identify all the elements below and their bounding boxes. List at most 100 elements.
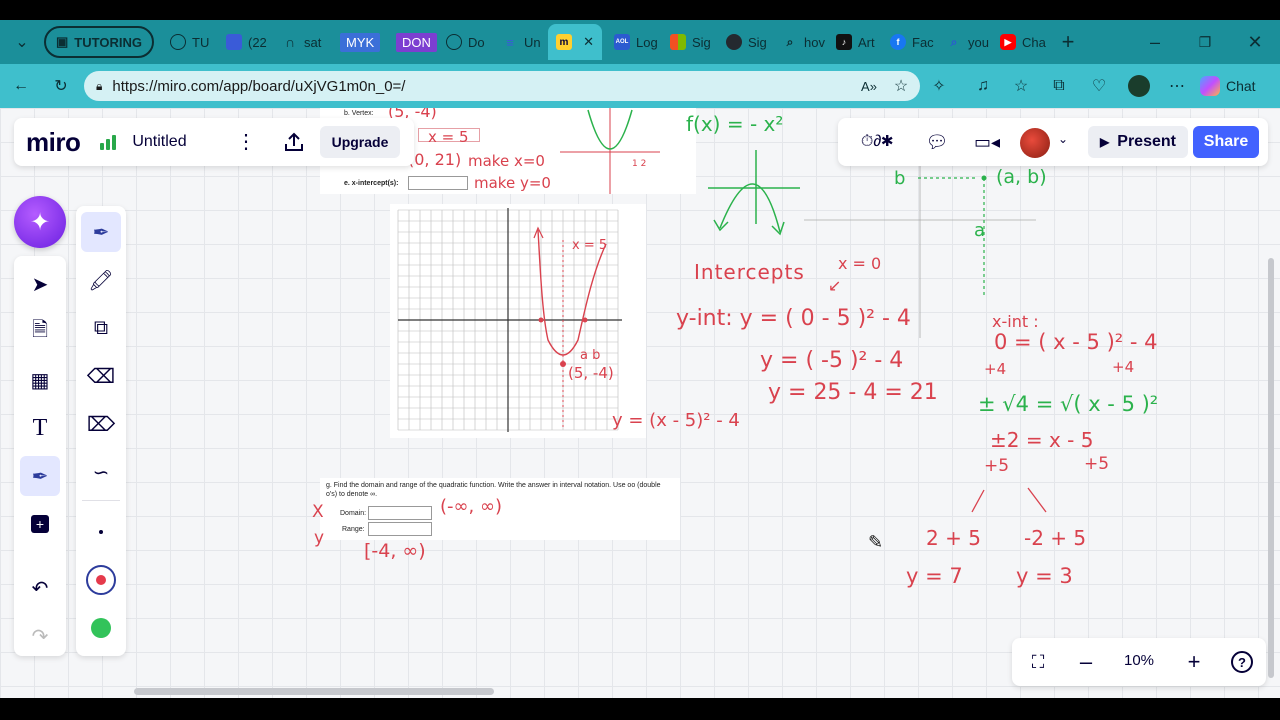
browser-tab[interactable]: (22 <box>220 28 267 56</box>
highlighter-icon[interactable]: 🖍︎ <box>81 260 121 300</box>
fit-to-screen-icon[interactable]: ⛶ <box>1026 650 1050 674</box>
globe-icon <box>446 34 462 50</box>
undo-icon[interactable]: ↶ <box>20 568 60 608</box>
range-label: Range: <box>342 526 365 533</box>
browser-tab[interactable]: f Fac <box>884 28 934 56</box>
graph-equation: y = (x - 5)² - 4 <box>612 410 740 431</box>
miro-logo[interactable]: miro <box>26 127 81 158</box>
text-tool-icon[interactable]: T <box>20 408 60 448</box>
branch-lines <box>971 487 1047 513</box>
object-eraser-icon[interactable]: ⌦ <box>81 404 121 444</box>
share-button[interactable]: Share <box>1193 126 1259 158</box>
browser-tab[interactable]: ⌕ hov <box>776 28 825 56</box>
screen-bottom-edge <box>0 698 1280 720</box>
export-icon[interactable] <box>282 130 306 154</box>
upgrade-button[interactable]: Upgrade <box>320 126 400 158</box>
range-field <box>368 522 432 536</box>
copilot-chat-button[interactable]: Chat <box>1200 72 1272 100</box>
restore-icon[interactable]: ❐ <box>1190 28 1220 56</box>
browser-tab-current[interactable]: m ✕ <box>548 24 602 60</box>
graph-vertex-note: (5, -4) <box>568 364 614 382</box>
board-name[interactable]: Untitled <box>132 133 186 151</box>
a-label: a <box>974 220 986 241</box>
copilot-icon <box>1200 76 1220 96</box>
close-window-icon[interactable]: ✕ <box>1240 28 1270 56</box>
reload-icon[interactable]: ↻ <box>48 74 74 98</box>
browser-tab[interactable]: DON <box>390 28 437 56</box>
profile-icon[interactable] <box>1126 74 1152 98</box>
browser-tab[interactable]: ▶ Cha <box>994 28 1046 56</box>
collections-icon[interactable]: ⧉ <box>1046 74 1072 98</box>
zoom-in-icon[interactable]: + <box>1182 649 1206 674</box>
browser-tab[interactable]: Do <box>440 28 485 56</box>
redo-icon[interactable]: ↷ <box>20 616 60 656</box>
tab-label: DON <box>396 32 437 52</box>
smart-drawing-icon[interactable]: ⧉ <box>81 308 121 348</box>
browser-tab[interactable]: Sig <box>664 28 711 56</box>
user-avatar[interactable] <box>1020 128 1050 158</box>
video-call-icon[interactable]: ▭◂ <box>974 130 1000 154</box>
zoom-level[interactable]: 10% <box>1124 652 1154 669</box>
tab-group-tutoring[interactable]: ▣ TUTORING <box>44 26 154 58</box>
microsoft-icon <box>670 34 686 50</box>
close-tab-icon[interactable]: ✕ <box>583 34 594 50</box>
lasso-icon[interactable]: ∽ <box>81 452 121 492</box>
thin-stroke-icon[interactable] <box>81 512 121 552</box>
browser-tab[interactable]: ♪ Art <box>830 28 875 56</box>
browser-tab[interactable]: AOL Log <box>608 28 658 56</box>
help-icon[interactable]: ? <box>1230 650 1254 674</box>
tab-group-label: TUTORING <box>74 34 142 50</box>
browser-tab[interactable]: Sig <box>720 28 767 56</box>
horizontal-scrollbar[interactable] <box>134 688 494 695</box>
favorites-icon[interactable]: ☆ <box>1008 74 1034 98</box>
new-tab-button[interactable]: + <box>1052 28 1084 56</box>
y-int-line1: y-int: y = ( 0 - 5 )² - 4 <box>676 306 911 331</box>
tab-label: MYK <box>340 32 381 52</box>
url-field[interactable]: 🔒︎ https://miro.com/app/board/uXjVG1m0n_… <box>84 71 920 101</box>
miro-board-canvas[interactable]: b. Vertex: e. x-intercept(s): x = 5 a b … <box>0 108 1280 698</box>
pen-tool-active-icon[interactable]: ✒ <box>20 456 60 496</box>
plan-bars-icon[interactable] <box>100 134 118 150</box>
browser-tab[interactable]: MYK <box>334 28 381 56</box>
templates-icon[interactable]: 🗎︎ <box>20 312 60 352</box>
browser-tab[interactable]: ⌕ you <box>940 28 989 56</box>
vertical-scrollbar[interactable] <box>1268 258 1274 678</box>
extensions-icon[interactable]: ✧ <box>926 74 952 98</box>
favorite-star-icon[interactable]: ☆ <box>888 74 914 98</box>
reactions-icon[interactable]: ⏱∂✱ <box>852 130 902 154</box>
ai-sparkle-button[interactable]: ✦ <box>14 196 66 248</box>
back-arrow-icon[interactable]: ← <box>8 74 34 98</box>
x-intercept-field <box>408 176 468 190</box>
horseshoe-icon: ∩ <box>284 34 296 50</box>
read-aloud-icon[interactable]: A» <box>856 74 882 98</box>
minimize-icon[interactable]: – <box>1140 28 1170 56</box>
browser-tab[interactable]: TU <box>164 28 209 56</box>
chevron-down-icon[interactable]: ⌄ <box>1058 132 1068 146</box>
green-color-swatch[interactable] <box>81 608 121 648</box>
tab-search-chevron-icon[interactable]: ⌄ <box>6 28 38 56</box>
present-button[interactable]: ▶ Present <box>1088 126 1188 158</box>
frame-icon[interactable]: ▦ <box>20 360 60 400</box>
eraser-icon[interactable]: ⌫ <box>81 356 121 396</box>
y-int-line3: y = 25 - 4 = 21 <box>768 380 938 405</box>
red-color-swatch[interactable] <box>81 560 121 600</box>
coordinate-graph <box>390 204 646 438</box>
browser-tab[interactable]: ∩ sat <box>276 28 321 56</box>
play-icon: ▶ <box>1100 135 1110 149</box>
comments-icon[interactable]: 💬︎ <box>924 130 950 154</box>
browser-tab[interactable]: ≡ Un <box>496 28 540 56</box>
more-menu-icon[interactable]: ⋯ <box>1164 74 1190 98</box>
more-options-icon[interactable]: ⋮ <box>236 132 256 152</box>
zoom-out-icon[interactable]: – <box>1074 649 1098 674</box>
tab-group-icon: ▣ <box>56 34 69 49</box>
left-branch: 2 + 5 <box>926 526 981 550</box>
tool-column-pen: ✒ 🖍︎ ⧉ ⌫ ⌦ ∽ <box>76 206 126 656</box>
add-more-icon[interactable]: + <box>20 504 60 544</box>
domain-label: Domain: <box>340 510 367 517</box>
pen-tool-icon[interactable]: ✒ <box>81 212 121 252</box>
media-icon[interactable]: ♫ <box>970 74 996 98</box>
green-function: f(x) = - x² <box>686 112 784 136</box>
zoom-controls: ⛶ – 10% + ? <box>1012 638 1266 686</box>
select-cursor-icon[interactable]: ➤ <box>20 264 60 304</box>
health-icon[interactable]: ♡ <box>1086 74 1112 98</box>
